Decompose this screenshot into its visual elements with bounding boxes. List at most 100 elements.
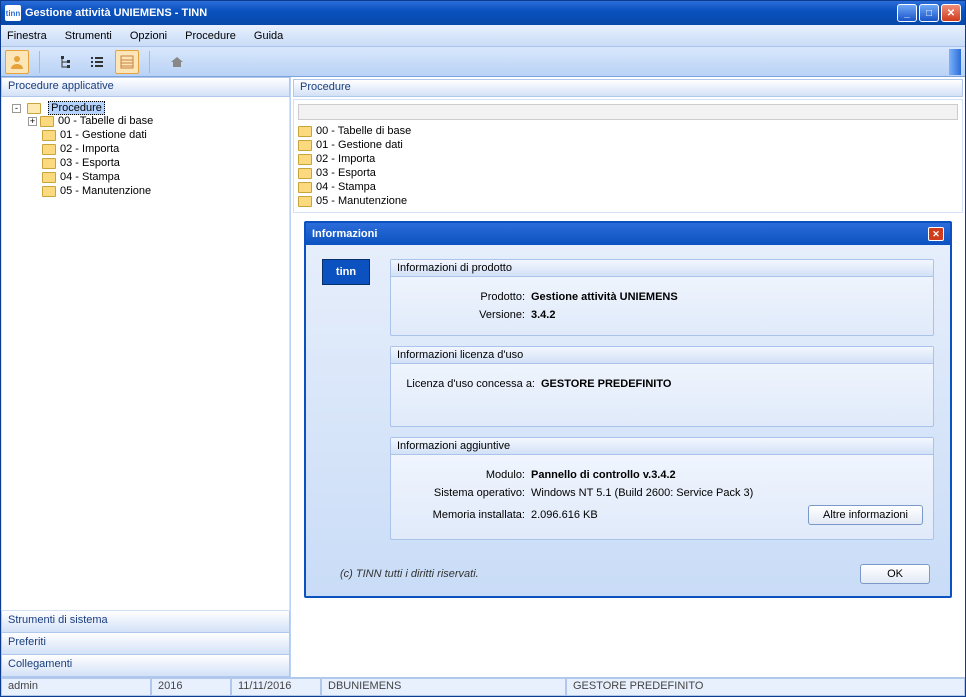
home-icon: [169, 54, 185, 70]
folder-open-icon: [27, 103, 41, 114]
toolbar-list-button[interactable]: [85, 50, 109, 74]
list-item-label: 03 - Esporta: [316, 167, 376, 179]
folder-icon: [298, 140, 312, 151]
list-icon: [89, 54, 105, 70]
menu-opzioni[interactable]: Opzioni: [130, 30, 167, 42]
list-column-header[interactable]: [298, 104, 958, 120]
right-panel-header: Procedure: [293, 79, 963, 97]
ok-button[interactable]: OK: [860, 564, 930, 584]
left-panel: Procedure applicative - Procedure +00 - …: [1, 77, 291, 677]
folder-icon: [42, 144, 56, 155]
menu-procedure[interactable]: Procedure: [185, 30, 236, 42]
list-item-label: 05 - Manutenzione: [316, 195, 407, 207]
tree-item[interactable]: 03 - Esporta: [28, 156, 283, 170]
stack-preferiti[interactable]: Preferiti: [1, 633, 290, 655]
tree-item[interactable]: 02 - Importa: [28, 142, 283, 156]
tree-item-label: 00 - Tabelle di base: [58, 115, 153, 127]
value-license: GESTORE PREDEFINITO: [541, 378, 671, 390]
group-header: Informazioni licenza d'uso: [391, 347, 933, 364]
status-db: DBUNIEMENS: [321, 678, 566, 696]
list-item[interactable]: 02 - Importa: [298, 152, 958, 166]
label-version: Versione:: [401, 309, 531, 321]
label-os: Sistema operativo:: [401, 487, 531, 499]
more-info-button[interactable]: Altre informazioni: [808, 505, 923, 525]
list-item[interactable]: 00 - Tabelle di base: [298, 124, 958, 138]
menu-strumenti[interactable]: Strumenti: [65, 30, 112, 42]
tree-icon: [59, 54, 75, 70]
tree-item-label: 01 - Gestione dati: [60, 129, 147, 141]
label-product: Prodotto:: [401, 291, 531, 303]
status-gestore: GESTORE PREDEFINITO: [566, 678, 965, 696]
tree-item-label: 05 - Manutenzione: [60, 185, 151, 197]
tree-item[interactable]: 01 - Gestione dati: [28, 128, 283, 142]
value-memory: 2.096.616 KB: [531, 509, 598, 521]
window-title: Gestione attività UNIEMENS - TINN: [25, 7, 207, 19]
list-item[interactable]: 03 - Esporta: [298, 166, 958, 180]
group-header: Informazioni di prodotto: [391, 260, 933, 277]
list-item[interactable]: 01 - Gestione dati: [298, 138, 958, 152]
list-item-label: 01 - Gestione dati: [316, 139, 403, 151]
group-header: Informazioni aggiuntive: [391, 438, 933, 455]
toolbar-tree-button[interactable]: [55, 50, 79, 74]
tree-item[interactable]: +00 - Tabelle di base: [28, 114, 283, 128]
left-panel-header: Procedure applicative: [1, 77, 290, 97]
value-module: Pannello di controllo v.3.4.2: [531, 469, 676, 481]
folder-icon: [298, 154, 312, 165]
folder-icon: [42, 158, 56, 169]
info-dialog: Informazioni ✕ tinn Informazioni di prod…: [304, 221, 952, 598]
value-product: Gestione attività UNIEMENS: [531, 291, 678, 303]
toolbar: [1, 47, 965, 77]
list-item-label: 04 - Stampa: [316, 181, 376, 193]
tree-item[interactable]: 04 - Stampa: [28, 170, 283, 184]
group-license-info: Informazioni licenza d'uso Licenza d'uso…: [390, 346, 934, 427]
list-item[interactable]: 05 - Manutenzione: [298, 194, 958, 208]
menu-bar: Finestra Strumenti Opzioni Procedure Gui…: [1, 25, 965, 47]
toolbar-home-button[interactable]: [165, 50, 189, 74]
folder-icon: [42, 172, 56, 183]
tree-root[interactable]: - Procedure +00 - Tabelle di base 01 - G…: [12, 101, 283, 199]
menu-finestra[interactable]: Finestra: [7, 30, 47, 42]
details-icon: [119, 54, 135, 70]
maximize-button[interactable]: □: [919, 4, 939, 22]
menu-guida[interactable]: Guida: [254, 30, 283, 42]
procedure-list: 00 - Tabelle di base 01 - Gestione dati …: [293, 99, 963, 213]
copyright-text: (c) TINN tutti i diritti riservati.: [340, 568, 479, 580]
folder-icon: [42, 186, 56, 197]
toolbar-details-button[interactable]: [115, 50, 139, 74]
toolbar-end-grip: [949, 49, 961, 75]
folder-icon: [42, 130, 56, 141]
user-icon: [9, 54, 25, 70]
tree-item-label: 04 - Stampa: [60, 171, 120, 183]
label-memory: Memoria installata:: [401, 509, 531, 521]
label-module: Modulo:: [401, 469, 531, 481]
dialog-title-bar: Informazioni ✕: [306, 223, 950, 245]
title-bar: tinn Gestione attività UNIEMENS - TINN _…: [1, 1, 965, 25]
expand-icon[interactable]: +: [28, 117, 37, 126]
main-window: tinn Gestione attività UNIEMENS - TINN _…: [0, 0, 966, 697]
folder-icon: [298, 182, 312, 193]
tree-root-label[interactable]: Procedure: [48, 101, 105, 115]
toolbar-user-button[interactable]: [5, 50, 29, 74]
close-button[interactable]: ✕: [941, 4, 961, 22]
value-version: 3.4.2: [531, 309, 555, 321]
stack-strumenti-sistema[interactable]: Strumenti di sistema: [1, 611, 290, 633]
procedure-tree[interactable]: - Procedure +00 - Tabelle di base 01 - G…: [1, 97, 290, 611]
app-icon: tinn: [5, 5, 21, 21]
folder-icon: [298, 126, 312, 137]
label-license: Licenza d'uso concessa a:: [401, 378, 541, 390]
folder-icon: [298, 168, 312, 179]
status-user: admin: [1, 678, 151, 696]
tinn-logo: tinn: [322, 259, 370, 285]
stack-collegamenti[interactable]: Collegamenti: [1, 655, 290, 677]
list-item-label: 00 - Tabelle di base: [316, 125, 411, 137]
minimize-button[interactable]: _: [897, 4, 917, 22]
group-product-info: Informazioni di prodotto Prodotto:Gestio…: [390, 259, 934, 336]
right-panel: Procedure 00 - Tabelle di base 01 - Gest…: [291, 77, 965, 677]
list-item-label: 02 - Importa: [316, 153, 375, 165]
value-os: Windows NT 5.1 (Build 2600: Service Pack…: [531, 487, 753, 499]
tree-item[interactable]: 05 - Manutenzione: [28, 184, 283, 198]
status-bar: admin 2016 11/11/2016 DBUNIEMENS GESTORE…: [1, 677, 965, 696]
list-item[interactable]: 04 - Stampa: [298, 180, 958, 194]
collapse-icon[interactable]: -: [12, 104, 21, 113]
dialog-close-button[interactable]: ✕: [928, 227, 944, 241]
